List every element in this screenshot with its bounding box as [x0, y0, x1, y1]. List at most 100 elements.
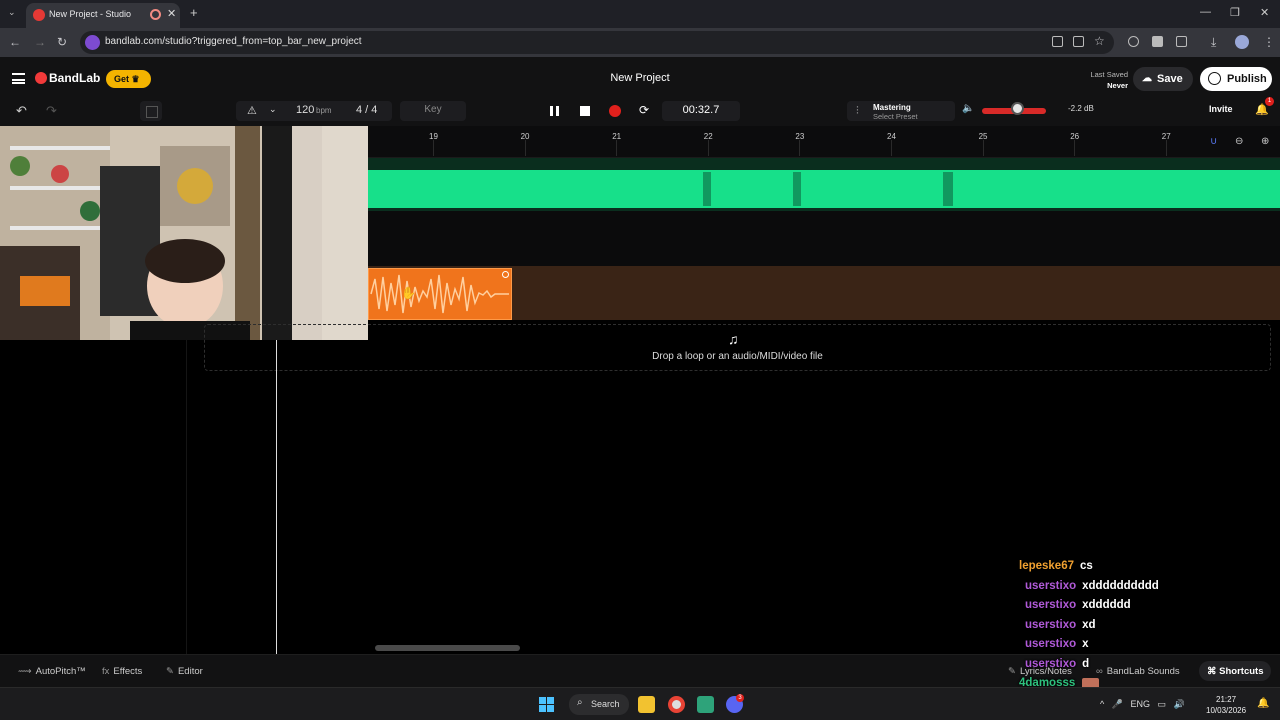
windows-taskbar: ⌕ Search 3 ^ 🎤 ENG ▭ 🔊 21:27 10/03/2026 🔔 [0, 687, 1280, 720]
metronome-icon[interactable]: ⚠ [247, 104, 257, 117]
browser-nav-bar: ← → ↻ bandlab.com/studio?triggered_from=… [0, 28, 1280, 57]
globe-icon [1208, 72, 1221, 85]
close-tab-icon[interactable]: ✕ [167, 7, 176, 20]
audio-clip[interactable]: ✋ [368, 268, 512, 320]
time-signature[interactable]: 4 / 4 [356, 104, 377, 116]
hand-cursor-icon: ✋ [401, 286, 416, 300]
notification-icon[interactable]: 🔔 [1257, 698, 1269, 709]
piano-keyboard-icon[interactable] [140, 101, 162, 121]
url-text: bandlab.com/studio?triggered_from=top_ba… [105, 36, 362, 47]
forward-icon[interactable]: → [34, 35, 46, 49]
site-info-icon[interactable] [85, 35, 100, 50]
webcam-overlay [0, 126, 368, 340]
back-icon[interactable]: ← [9, 35, 21, 49]
zoom-out-icon[interactable]: ⊖ [1235, 136, 1243, 147]
cast-icon[interactable] [1073, 36, 1084, 47]
profile-avatar[interactable] [1235, 35, 1249, 49]
tempo-controls: ⚠ ⌄ 120 bpm 4 / 4 [236, 101, 392, 121]
webcam-image [0, 126, 368, 340]
reading-mode-icon[interactable] [1052, 36, 1063, 47]
save-button[interactable]: ☁ Save [1133, 67, 1193, 91]
pen-icon: ✎ [1008, 666, 1016, 677]
drop-zone-text: Drop a loop or an audio/MIDI/video file [652, 351, 823, 362]
minimize-icon[interactable]: — [1200, 6, 1211, 18]
time-display: 00:32.7 [662, 101, 740, 121]
close-window-icon[interactable]: ✕ [1260, 6, 1269, 19]
track-1-lane[interactable] [368, 158, 1280, 211]
bar-tick-line [982, 140, 984, 156]
effects-button[interactable]: fx Effects [102, 666, 142, 677]
taskbar-search[interactable]: ⌕ Search [569, 694, 629, 715]
key-button[interactable]: Key [400, 101, 466, 121]
bookmark-star-icon[interactable]: ☆ [1094, 34, 1105, 48]
tab-title: New Project - Studio [49, 9, 132, 19]
track-3-lane[interactable]: ✋ [368, 266, 1280, 320]
extensions-puzzle-icon[interactable] [1176, 36, 1187, 47]
track-1-waveform[interactable] [368, 167, 1280, 209]
reload-icon[interactable]: ↻ [57, 35, 67, 49]
discord-badge: 3 [736, 694, 744, 702]
publish-button[interactable]: Publish [1200, 67, 1272, 91]
chat-username: lepeske67 [1019, 560, 1074, 572]
music-note-add-icon: ♫ [728, 331, 739, 347]
bar-tick-line [707, 140, 709, 156]
system-tray[interactable]: ^ 🎤 ENG ▭ 🔊 [1100, 699, 1185, 710]
playhead[interactable] [276, 340, 277, 654]
clock-time: 21:27 [1216, 695, 1237, 704]
restore-icon[interactable]: ❐ [1230, 6, 1240, 19]
notification-badge: 1 [1265, 97, 1274, 106]
address-bar[interactable]: bandlab.com/studio?triggered_from=top_ba… [80, 31, 1114, 54]
tab-list-icon[interactable]: ⌄ [8, 7, 16, 18]
command-icon: ⌘ [1207, 666, 1220, 677]
new-tab-button[interactable]: + [190, 5, 198, 20]
chat-message: lepeske67 cs [1019, 560, 1093, 572]
clock-date: 10/03/2026 [1206, 706, 1247, 715]
file-explorer-icon[interactable] [638, 696, 655, 713]
language-indicator[interactable]: ENG [1130, 699, 1150, 709]
track-2-lane[interactable] [368, 211, 1280, 266]
bar-tick-line [891, 140, 892, 156]
bar-tick-line [799, 140, 801, 156]
extension-icon[interactable] [1128, 36, 1139, 47]
windows-start-icon[interactable] [539, 697, 554, 712]
redo-icon[interactable]: ↷ [46, 103, 57, 119]
record-icon[interactable] [609, 105, 621, 117]
search-icon: ⌕ [577, 697, 583, 708]
speaker-mute-icon[interactable]: 🔈 [962, 103, 974, 114]
chevron-down-icon[interactable]: ⌄ [269, 104, 277, 115]
autopitch-button[interactable]: ⟿ AutoPitch™ [18, 666, 86, 677]
mastering-preset: Select Preset [873, 112, 918, 121]
bar-tick-line [616, 140, 618, 156]
sliders-icon: ⫶ [856, 105, 859, 117]
mastering-button[interactable]: ⫶ Mastering Select Preset [847, 101, 955, 121]
zoom-in-icon[interactable]: ⊕ [1261, 136, 1269, 147]
chat-username: userstixo [1025, 599, 1077, 611]
browser-tab[interactable]: New Project - Studio ✕ [26, 3, 180, 28]
snap-magnet-icon[interactable]: ∪ [1210, 136, 1217, 147]
app-icon[interactable] [697, 696, 714, 713]
taskbar-clock[interactable]: 21:27 10/03/2026 [1206, 694, 1246, 716]
bpm-value[interactable]: 120 [296, 104, 314, 116]
extension-icon[interactable] [1152, 36, 1163, 47]
horizontal-scrollbar[interactable] [375, 645, 520, 651]
stop-icon[interactable] [580, 106, 590, 116]
loop-icon[interactable]: ⟳ [639, 103, 649, 117]
chat-message: userstixo xd [1025, 619, 1096, 631]
clip-loop-handle[interactable] [502, 271, 509, 278]
invite-button[interactable]: Invite [1209, 104, 1233, 114]
timeline-ruler[interactable]: 19 20 21 22 23 24 25 26 27 [368, 126, 1280, 158]
recording-indicator-icon [150, 9, 161, 20]
download-icon[interactable]: ⤓ [1211, 35, 1216, 50]
project-title[interactable]: New Project [0, 72, 1280, 84]
chat-text: d [1082, 657, 1090, 670]
pause-icon[interactable] [550, 106, 559, 116]
bandlab-sounds-button[interactable]: ∞ BandLab Sounds [1096, 666, 1180, 677]
bar-tick-line [433, 140, 434, 156]
editor-button[interactable]: ✎ Editor [166, 666, 203, 677]
undo-icon[interactable]: ↶ [16, 103, 27, 119]
browser-tab-bar: ⌄ New Project - Studio ✕ + — ❐ ✕ [0, 0, 1280, 28]
menu-dots-icon[interactable]: ⋮ [1263, 35, 1275, 49]
chat-username: userstixo [1025, 657, 1077, 670]
chrome-icon[interactable] [668, 696, 685, 713]
shortcuts-button[interactable]: ⌘ Shortcuts [1199, 661, 1271, 681]
